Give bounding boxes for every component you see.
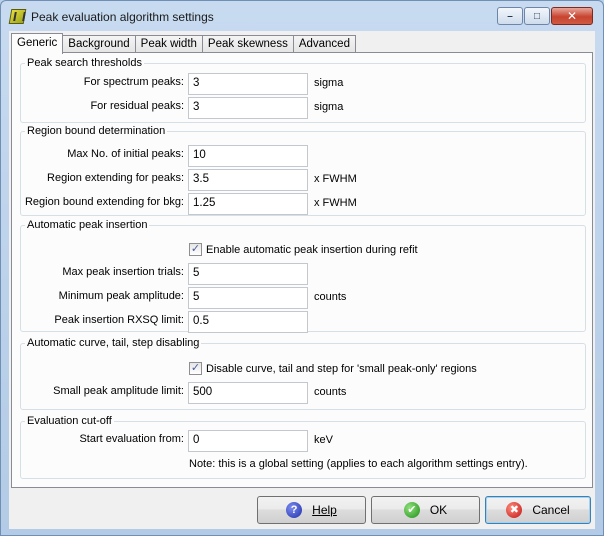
start-evaluation-unit: keV	[314, 434, 333, 446]
auto-disable-legend: Automatic curve, tail, step disabling	[27, 337, 200, 349]
window-title: Peak evaluation algorithm settings	[31, 10, 214, 24]
max-initial-peaks-input[interactable]: 10	[188, 145, 308, 167]
rxsq-limit-input[interactable]: 0.5	[188, 311, 308, 333]
cancel-button[interactable]: ✖ Cancel	[485, 496, 591, 524]
start-evaluation-label: Start evaluation from:	[79, 433, 184, 445]
residual-peaks-unit: sigma	[314, 101, 344, 113]
small-amplitude-unit: counts	[314, 386, 347, 398]
ok-button[interactable]: ✔ OK	[371, 496, 480, 524]
cancel-icon: ✖	[506, 502, 523, 518]
region-extend-bkg-unit: x FWHM	[314, 197, 357, 209]
ok-button-label: OK	[429, 503, 448, 517]
cancel-button-label: Cancel	[532, 503, 570, 517]
region-extend-peaks-unit: x FWHM	[314, 173, 357, 185]
help-button-label: Help	[312, 503, 337, 517]
residual-peaks-label: For residual peaks:	[90, 100, 184, 112]
region-extend-bkg-input[interactable]: 1.25	[188, 193, 308, 215]
peak-search-legend: Peak search thresholds	[27, 57, 142, 69]
minimize-icon: –	[507, 10, 513, 22]
dialog-client: Generic Background Peak width Peak skewn…	[9, 31, 595, 529]
region-extend-peaks-input[interactable]: 3.5	[188, 169, 308, 191]
generic-tab-panel: Peak search thresholds For spectrum peak…	[11, 52, 593, 488]
window-controls: – □ ✕	[497, 7, 593, 25]
region-bound-legend: Region bound determination	[27, 125, 166, 137]
enable-insertion-label: Enable automatic peak insertion during r…	[206, 243, 418, 256]
button-bar: ? Help ✔ OK ✖ Cancel	[9, 491, 595, 529]
min-amplitude-unit: counts	[314, 291, 347, 303]
max-trials-input[interactable]: 5	[188, 263, 308, 285]
rxsq-limit-label: Peak insertion RXSQ limit:	[54, 314, 184, 326]
min-amplitude-label: Minimum peak amplitude:	[58, 290, 184, 302]
minimize-button[interactable]: –	[497, 7, 523, 25]
tab-generic[interactable]: Generic	[11, 33, 64, 54]
spectrum-peaks-input[interactable]: 3	[188, 73, 308, 95]
disable-curve-tail-step-label: Disable curve, tail and step for 'small …	[206, 362, 477, 375]
region-extend-peaks-label: Region extending for peaks:	[47, 172, 184, 184]
min-amplitude-input[interactable]: 5	[188, 287, 308, 309]
auto-insertion-legend: Automatic peak insertion	[27, 219, 148, 231]
small-amplitude-input[interactable]: 500	[188, 382, 308, 404]
close-icon: ✕	[566, 9, 578, 23]
max-initial-peaks-label: Max No. of initial peaks:	[67, 148, 184, 160]
tab-peak-width[interactable]: Peak width	[134, 35, 203, 53]
small-amplitude-label: Small peak amplitude limit:	[53, 385, 184, 397]
spectrum-peaks-label: For spectrum peaks:	[83, 76, 184, 88]
tab-strip: Generic Background Peak width Peak skewn…	[11, 33, 356, 54]
app-icon	[8, 9, 27, 24]
enable-insertion-checkmark-icon: ✓	[189, 243, 202, 256]
enable-insertion-checkbox[interactable]: ✓ Enable automatic peak insertion during…	[189, 243, 418, 256]
disable-curve-tail-step-checkbox[interactable]: ✓ Disable curve, tail and step for 'smal…	[189, 362, 477, 375]
help-button[interactable]: ? Help	[257, 496, 366, 524]
ok-icon: ✔	[403, 502, 420, 518]
maximize-button[interactable]: □	[524, 7, 550, 25]
tab-advanced[interactable]: Advanced	[292, 35, 356, 53]
maximize-icon: □	[533, 10, 541, 22]
start-evaluation-input[interactable]: 0	[188, 430, 308, 452]
tab-background[interactable]: Background	[62, 35, 136, 53]
close-button[interactable]: ✕	[551, 7, 593, 25]
title-bar[interactable]: Peak evaluation algorithm settings – □ ✕	[1, 1, 603, 31]
max-trials-label: Max peak insertion trials:	[62, 266, 184, 278]
tab-peak-skewness[interactable]: Peak skewness	[201, 35, 294, 53]
region-extend-bkg-label: Region bound extending for bkg:	[24, 196, 184, 208]
dialog-window: Peak evaluation algorithm settings – □ ✕…	[0, 0, 604, 536]
help-icon: ?	[286, 502, 303, 518]
cutoff-legend: Evaluation cut-off	[27, 415, 112, 427]
global-setting-note: Note: this is a global setting (applies …	[189, 458, 528, 470]
spectrum-peaks-unit: sigma	[314, 77, 344, 89]
disable-checkmark-icon: ✓	[189, 362, 202, 375]
residual-peaks-input[interactable]: 3	[188, 97, 308, 119]
